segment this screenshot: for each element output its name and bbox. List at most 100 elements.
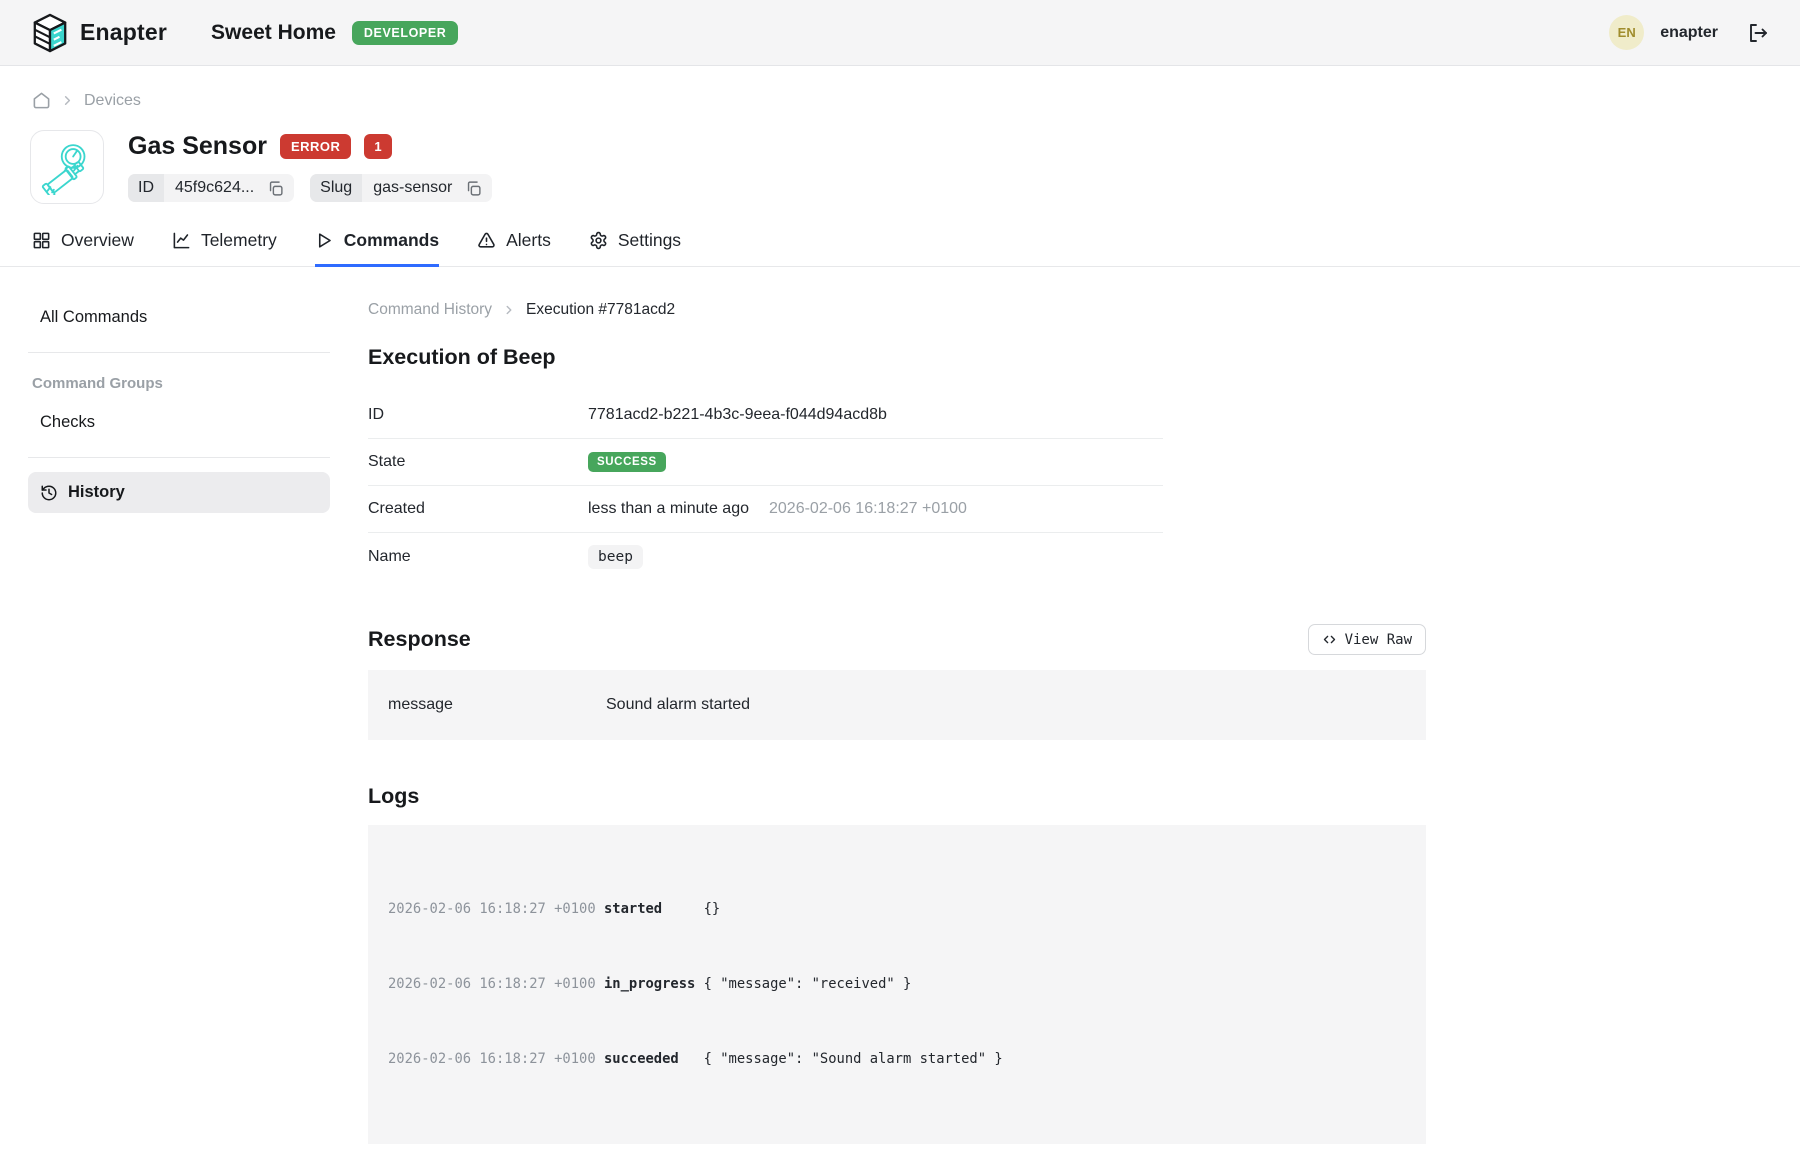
execution-detail-panel: Command History Execution #7781acd2 Exec… [330,267,1800,1144]
commands-sidebar: All Commands Command Groups Checks Histo… [0,267,330,1144]
response-message-key: message [388,696,606,714]
detail-row-created: Created less than a minute ago 2026-02-0… [368,486,1163,533]
response-row-message: message Sound alarm started [388,696,1406,714]
sidebar-item-checks[interactable]: Checks [28,402,330,443]
checks-label: Checks [40,413,95,432]
warning-icon [477,231,496,250]
device-header: Gas Sensor ERROR 1 ID 45f9c624... S [0,110,1800,204]
chevron-right-icon [502,303,516,317]
detail-state-label: State [368,453,588,471]
response-title: Response [368,627,471,652]
log-state: started [604,897,695,922]
copy-slug-button[interactable] [463,180,492,197]
all-commands-label: All Commands [40,308,147,327]
device-image [30,130,104,204]
log-payload: { "message": "Sound alarm started" } [704,1051,1003,1067]
view-raw-label: View Raw [1345,632,1412,648]
device-error-badge: ERROR [280,134,351,159]
tab-settings-label: Settings [618,230,681,251]
breadcrumb-execution: Execution #7781acd2 [526,301,675,319]
device-slug-value: gas-sensor [362,174,463,202]
device-slug-pill: Slug gas-sensor [310,174,492,202]
command-name-pill: beep [588,545,643,569]
history-label: History [68,483,125,502]
detail-id-value: 7781acd2-b221-4b3c-9eea-f044d94acd8b [588,406,887,424]
response-header: Response View Raw [368,624,1426,655]
device-slug-label: Slug [310,174,362,202]
created-absolute: 2026-02-06 16:18:27 +0100 [769,500,967,518]
device-alert-count-badge[interactable]: 1 [364,134,391,159]
breadcrumb-command-history[interactable]: Command History [368,301,492,319]
tab-overview-label: Overview [61,230,134,251]
execution-title: Execution of Beep [368,345,1800,370]
breadcrumb: Devices [0,66,1800,110]
code-icon [1322,632,1337,647]
tab-commands[interactable]: Commands [315,230,439,266]
sidebar-item-all-commands[interactable]: All Commands [28,297,330,338]
gas-sensor-icon [39,139,95,195]
execution-breadcrumb: Command History Execution #7781acd2 [368,301,1800,319]
response-box: message Sound alarm started [368,670,1426,740]
detail-id-label: ID [368,406,588,424]
play-icon [315,231,334,250]
tab-alerts[interactable]: Alerts [477,230,551,266]
log-payload: { "message": "received" } [704,976,912,992]
developer-badge: DEVELOPER [352,21,459,45]
brand-name: Enapter [80,19,167,46]
device-id-value: 45f9c624... [164,174,265,202]
copy-icon [465,180,482,197]
site-name: Sweet Home [211,21,336,45]
gear-icon [589,231,608,250]
breadcrumb-devices[interactable]: Devices [84,92,141,110]
success-badge: SUCCESS [588,452,666,472]
logs-box: 2026-02-06 16:18:27 +0100 started {} 2026-… [368,825,1426,1144]
divider [28,352,330,353]
log-timestamp: 2026-02-06 16:18:27 +0100 [388,976,596,992]
device-id-label: ID [128,174,164,202]
sidebar-item-history[interactable]: History [28,472,330,513]
detail-name-label: Name [368,548,588,566]
execution-details-table: ID 7781acd2-b221-4b3c-9eea-f044d94acd8b … [368,392,1163,580]
log-timestamp: 2026-02-06 16:18:27 +0100 [388,901,596,917]
chart-icon [172,231,191,250]
detail-created-label: Created [368,500,588,518]
log-line: 2026-02-06 16:18:27 +0100 succeeded { "mes… [388,1047,1406,1072]
tab-alerts-label: Alerts [506,230,551,251]
app-header: Enapter Sweet Home DEVELOPER EN enapter [0,0,1800,66]
view-raw-button[interactable]: View Raw [1308,624,1426,655]
app-window: Enapter Sweet Home DEVELOPER EN enapter [0,0,1800,1170]
device-tabs: Overview Telemetry Commands [0,204,1800,267]
tab-commands-label: Commands [344,230,439,251]
tab-telemetry-label: Telemetry [201,230,277,251]
log-state: in_progress [604,972,695,997]
logout-icon[interactable] [1746,21,1770,45]
device-id-pill: ID 45f9c624... [128,174,294,202]
enapter-logo[interactable] [30,13,70,53]
detail-row-id: ID 7781acd2-b221-4b3c-9eea-f044d94acd8b [368,392,1163,439]
tab-settings[interactable]: Settings [589,230,681,266]
device-name: Gas Sensor [128,132,267,161]
created-relative: less than a minute ago [588,500,749,518]
chevron-right-icon [60,93,75,108]
sidebar-section-command-groups: Command Groups [28,367,330,402]
logs-title: Logs [368,784,419,809]
log-payload: {} [704,901,721,917]
tab-telemetry[interactable]: Telemetry [172,230,277,266]
log-line: 2026-02-06 16:18:27 +0100 in_progress { "m… [388,972,1406,997]
copy-id-button[interactable] [265,180,294,197]
detail-row-name: Name beep [368,533,1163,580]
history-icon [40,484,58,502]
user-name[interactable]: enapter [1660,24,1718,42]
log-state: succeeded [604,1047,695,1072]
detail-row-state: State SUCCESS [368,439,1163,486]
tab-overview[interactable]: Overview [32,230,134,266]
grid-icon [32,231,51,250]
user-avatar[interactable]: EN [1609,15,1644,50]
log-line: 2026-02-06 16:18:27 +0100 started {} [388,897,1406,922]
copy-icon [267,180,284,197]
divider [28,457,330,458]
response-message-value: Sound alarm started [606,696,750,714]
logs-header: Logs [368,784,1426,809]
home-icon[interactable] [32,91,51,110]
log-timestamp: 2026-02-06 16:18:27 +0100 [388,1051,596,1067]
